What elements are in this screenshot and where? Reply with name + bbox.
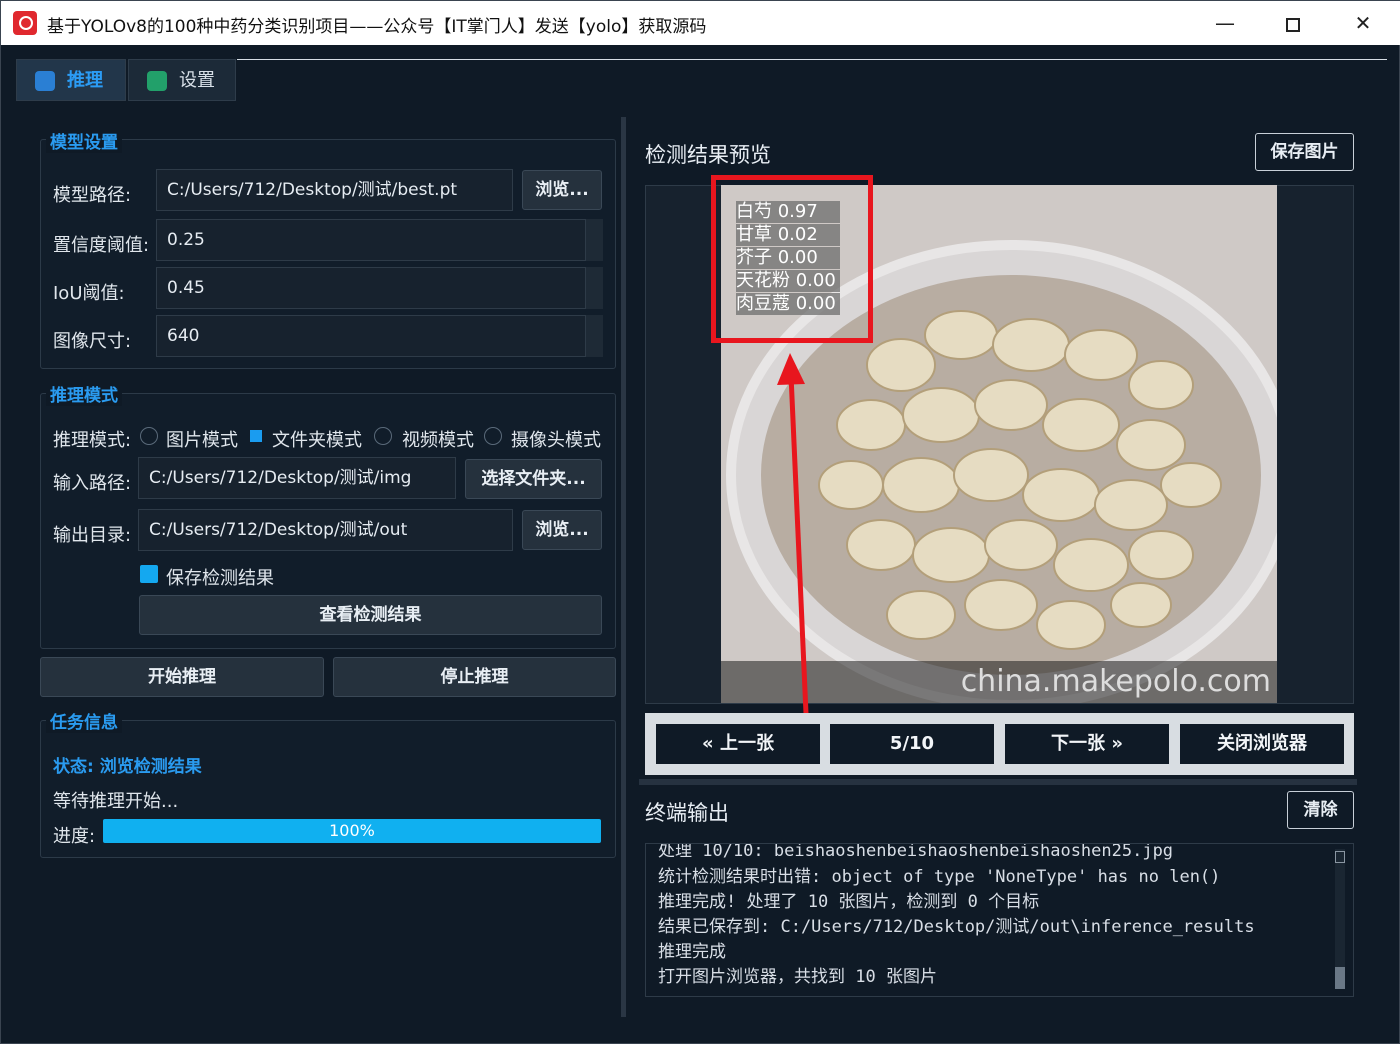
terminal-title: 终端输出 — [645, 801, 729, 825]
output-browse-button[interactable]: 浏览... — [522, 510, 602, 550]
save-image-button[interactable]: 保存图片 — [1255, 133, 1354, 171]
preview-title: 检测结果预览 — [645, 143, 771, 167]
clear-terminal-button[interactable]: 清除 — [1287, 791, 1354, 829]
title-bar: 基于YOLOv8的100种中药分类识别项目——公众号【IT掌门人】发送【yolo… — [1, 1, 1400, 45]
image-size-spinbox[interactable]: 640 — [156, 315, 586, 357]
close-browser-button[interactable]: 关闭浏览器 — [1180, 724, 1344, 764]
task-message: 等待推理开始... — [53, 791, 179, 812]
model-browse-button[interactable]: 浏览... — [522, 170, 602, 210]
start-inference-button[interactable]: 开始推理 — [40, 657, 324, 697]
folder-mode-label: 文件夹模式 — [272, 430, 362, 451]
video-mode-label: 视频模式 — [402, 430, 474, 451]
progress-bar: 100% — [103, 819, 601, 843]
terminal-output[interactable]: 处理 10/10: beishaoshenbeishaoshenbeishaos… — [645, 843, 1354, 997]
output-dir-label: 输出目录: — [53, 525, 132, 546]
image-size-label: 图像尺寸: — [53, 331, 132, 352]
input-path-label: 输入路径: — [53, 473, 132, 494]
save-results-label: 保存检测结果 — [166, 568, 274, 589]
annotation-arrow — [777, 353, 810, 737]
terminal-line: 推理完成 — [658, 942, 726, 962]
terminal-splitter[interactable] — [639, 779, 1357, 785]
maximize-button[interactable] — [1259, 1, 1327, 45]
terminal-line: 处理 10/10: beishaoshenbeishaoshenbeishaos… — [658, 843, 1174, 861]
page-indicator: 5/10 — [830, 724, 994, 764]
splitter-handle[interactable] — [621, 117, 626, 1017]
app-window: 基于YOLOv8的100种中药分类识别项目——公众号【IT掌门人】发送【yolo… — [0, 0, 1400, 1044]
iou-spin-buttons[interactable] — [585, 267, 603, 309]
terminal-scroll-thumb[interactable] — [1335, 967, 1345, 989]
scroll-up-arrow-icon[interactable] — [1335, 851, 1345, 863]
progress-label: 进度: — [53, 826, 96, 847]
minimize-button[interactable]: — — [1191, 1, 1259, 45]
tab-bar-line — [237, 59, 1387, 60]
terminal-line: 推理完成! 处理了 10 张图片，检测到 0 个目标 — [658, 892, 1040, 912]
iou-threshold-label: IoU阈值: — [53, 283, 125, 304]
radio-camera-mode[interactable] — [484, 427, 502, 445]
model-path-label: 模型路径: — [53, 185, 132, 206]
check-shield-icon — [147, 71, 167, 91]
save-results-checkbox[interactable] — [140, 565, 158, 583]
terminal-line: 结果已保存到: C:/Users/712/Desktop/测试/out\infe… — [658, 917, 1255, 937]
conf-threshold-label: 置信度阈值: — [53, 235, 150, 256]
camera-mode-label: 摄像头模式 — [511, 430, 601, 451]
maximize-icon — [1286, 17, 1300, 32]
window-title: 基于YOLOv8的100种中药分类识别项目——公众号【IT掌门人】发送【yolo… — [47, 17, 707, 37]
chart-icon — [35, 71, 55, 91]
annotation-highlight-box — [711, 175, 873, 343]
terminal-line: 统计检测结果时出错: object of type 'NoneType' has… — [658, 867, 1221, 887]
conf-threshold-spinbox[interactable]: 0.25 — [156, 219, 586, 261]
conf-spin-buttons[interactable] — [585, 219, 603, 261]
radio-image-mode[interactable] — [140, 427, 158, 445]
radio-folder-mode[interactable] — [250, 430, 262, 442]
tab-settings-label: 设置 — [179, 70, 215, 91]
terminal-line: 打开图片浏览器，共找到 10 张图片 — [658, 967, 937, 987]
tab-inference[interactable]: 推理 — [16, 59, 126, 101]
model-path-input[interactable]: C:/Users/712/Desktop/测试/best.pt — [156, 169, 513, 211]
input-path-input[interactable]: C:/Users/712/Desktop/测试/img — [138, 457, 456, 499]
image-mode-label: 图片模式 — [166, 430, 238, 451]
view-results-button[interactable]: 查看检测结果 — [139, 595, 602, 635]
model-settings-title: 模型设置 — [46, 128, 122, 153]
inference-mode-title: 推理模式 — [46, 381, 122, 406]
tab-settings[interactable]: 设置 — [128, 59, 236, 101]
iou-threshold-spinbox[interactable]: 0.45 — [156, 267, 586, 309]
radio-video-mode[interactable] — [374, 427, 392, 445]
imgsz-spin-buttons[interactable] — [585, 315, 603, 357]
stop-inference-button[interactable]: 停止推理 — [333, 657, 616, 697]
next-image-button[interactable]: 下一张 » — [1005, 724, 1169, 764]
prev-image-button[interactable]: « 上一张 — [656, 724, 820, 764]
output-dir-input[interactable]: C:/Users/712/Desktop/测试/out — [138, 509, 513, 551]
task-info-title: 任务信息 — [46, 708, 122, 733]
mode-label: 推理模式: — [53, 430, 132, 451]
app-logo-icon — [13, 11, 37, 35]
select-folder-button[interactable]: 选择文件夹... — [465, 459, 602, 499]
status-text: 状态: 浏览检测结果 — [53, 757, 202, 777]
tab-inference-label: 推理 — [67, 70, 103, 91]
close-window-button[interactable]: ✕ — [1329, 1, 1397, 45]
